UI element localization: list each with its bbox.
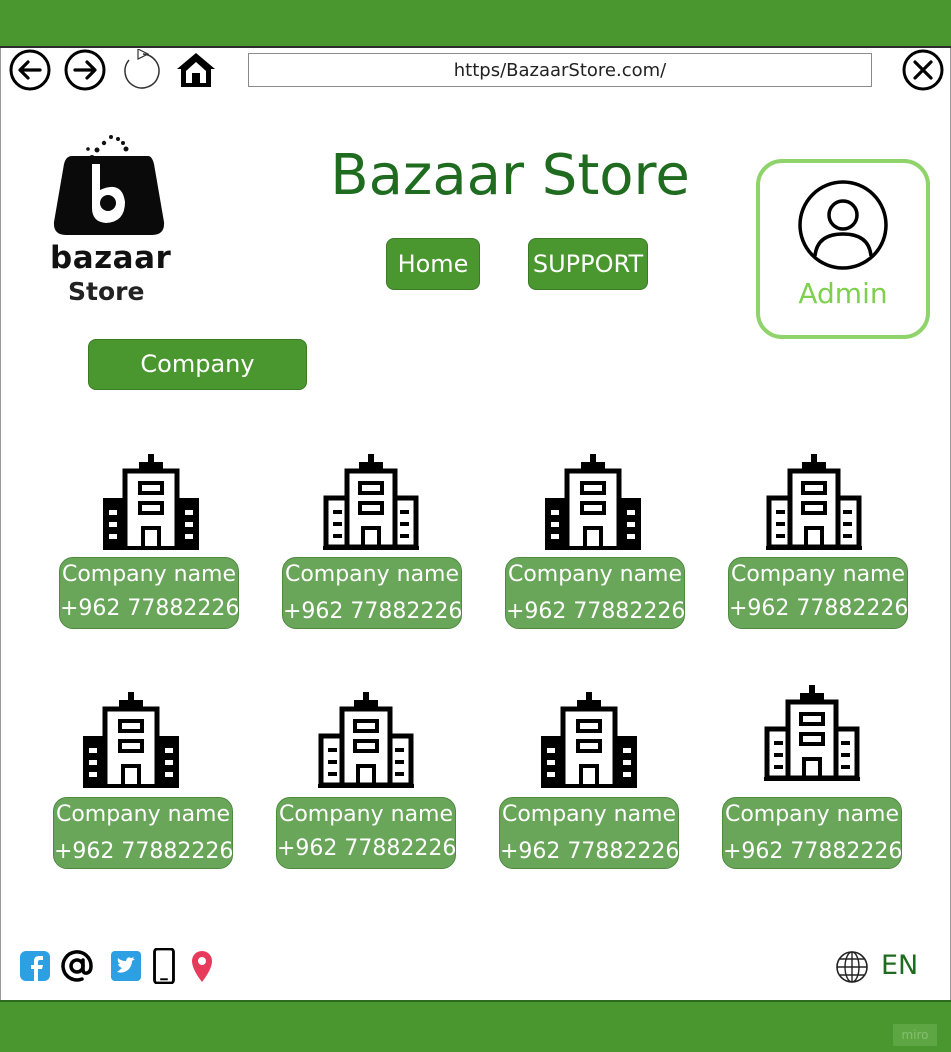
company-card[interactable]: Company name +962 77882226 [722,797,902,869]
admin-label: Admin [798,277,888,310]
company-name: Company name [278,802,454,827]
back-arrow-icon[interactable] [9,49,51,91]
company-card[interactable]: Company name +962 77882226 [276,797,456,869]
company-name: Company name [724,802,900,827]
url-bar[interactable]: https/BazaarStore.com/ [248,53,872,87]
forward-arrow-icon[interactable] [64,49,106,91]
top-bar [0,0,951,48]
building-filled-icon [83,692,179,788]
user-avatar-icon [798,180,888,270]
home-button[interactable]: Home [386,238,480,290]
company-name: Company name [284,562,460,587]
phone-icon[interactable] [152,948,176,984]
support-button[interactable]: SUPPORT [528,238,648,290]
building-outline-icon [323,454,419,550]
building-filled-icon [103,454,199,550]
company-card[interactable]: Company name +962 77882226 [53,797,233,869]
company-phone: +962 77882226 [60,596,239,621]
admin-profile-button[interactable]: Admin [756,159,930,339]
reload-icon[interactable] [120,49,162,91]
company-name: Company name [501,802,677,827]
language-label: EN [881,950,919,981]
company-phone: +962 77882226 [729,596,908,621]
company-card[interactable]: Company name +962 77882226 [499,797,679,869]
company-card[interactable]: Company name +962 77882226 [282,557,462,629]
email-at-icon[interactable] [60,948,94,984]
logo-text-store: Store [68,277,145,306]
company-name: Company name [730,562,906,587]
company-phone: +962 77882226 [723,839,902,864]
company-card[interactable]: Company name +962 77882226 [728,557,908,629]
company-phone: +962 77882226 [283,599,462,624]
building-outline-icon [766,454,862,550]
company-phone: +962 77882226 [277,836,456,861]
logo-bag-icon [53,135,165,235]
company-card[interactable]: Company name +962 77882226 [505,557,685,629]
company-phone: +962 77882226 [506,599,685,624]
company-phone: +962 77882226 [54,839,233,864]
twitter-icon[interactable] [110,948,142,984]
close-icon[interactable] [902,49,944,91]
page-title: Bazaar Store [330,143,690,208]
globe-icon [836,951,868,983]
miro-watermark: miro [893,1024,937,1046]
facebook-icon[interactable] [19,948,51,984]
building-filled-icon [541,692,637,788]
building-outline-icon [764,685,860,781]
bottom-bar: miro [0,1000,951,1052]
building-filled-icon [545,454,641,550]
company-name: Company name [61,562,237,587]
company-card[interactable]: Company name +962 77882226 [59,557,239,629]
language-selector[interactable]: EN [835,948,925,984]
company-phone: +962 77882226 [500,839,679,864]
location-pin-icon[interactable] [189,948,215,984]
home-icon[interactable] [175,49,217,91]
logo-text-bazaar: bazaar [50,240,172,276]
building-outline-icon [318,692,414,788]
company-name: Company name [507,562,683,587]
company-section-button[interactable]: Company [88,339,307,390]
company-name: Company name [55,802,231,827]
